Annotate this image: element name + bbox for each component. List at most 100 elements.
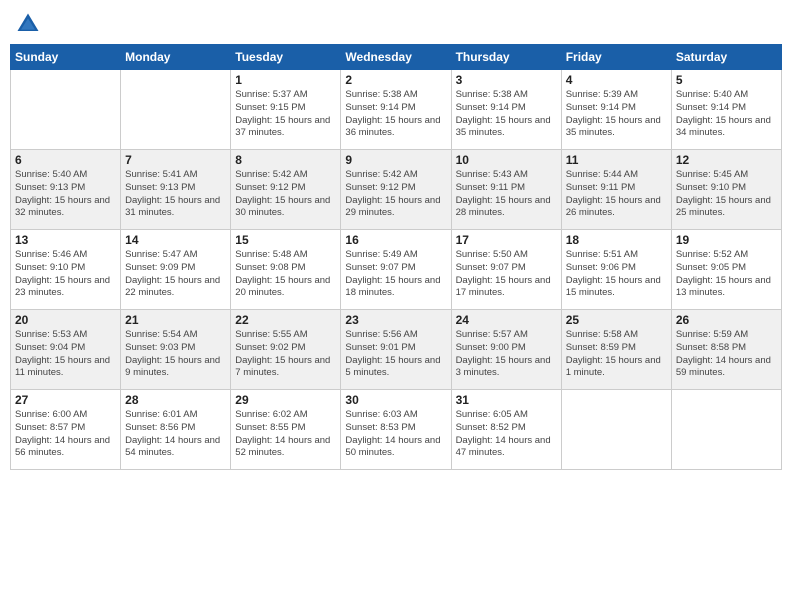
day-info: Sunrise: 5:38 AM Sunset: 9:14 PM Dayligh… xyxy=(345,89,446,140)
calendar-cell: 3 Sunrise: 5:38 AM Sunset: 9:14 PM Daylig… xyxy=(451,70,561,150)
calendar-cell: 28 Sunrise: 6:01 AM Sunset: 8:56 PM Dayli… xyxy=(121,390,231,470)
day-number: 12 xyxy=(676,153,777,167)
weekday-header: Friday xyxy=(561,45,671,70)
calendar-week-row: 20Sunrise: 5:53 AM Sunset: 9:04 PM Dayli… xyxy=(11,310,782,390)
calendar-cell xyxy=(121,70,231,150)
day-number: 8 xyxy=(235,153,336,167)
day-number: 28 xyxy=(125,393,226,407)
day-number: 16 xyxy=(345,233,446,247)
calendar-cell: 8 Sunrise: 5:42 AM Sunset: 9:12 PM Daylig… xyxy=(231,150,341,230)
day-info: Sunrise: 6:01 AM Sunset: 8:56 PM Dayligh… xyxy=(125,409,226,460)
day-number: 14 xyxy=(125,233,226,247)
day-info: Sunrise: 5:48 AM Sunset: 9:08 PM Dayligh… xyxy=(235,249,336,300)
calendar-cell: 17 Sunrise: 5:50 AM Sunset: 9:07 PM Dayli… xyxy=(451,230,561,310)
calendar-cell: 13 Sunrise: 5:46 AM Sunset: 9:10 PM Dayli… xyxy=(11,230,121,310)
calendar-cell: 5 Sunrise: 5:40 AM Sunset: 9:14 PM Daylig… xyxy=(671,70,781,150)
day-info: Sunrise: 6:02 AM Sunset: 8:55 PM Dayligh… xyxy=(235,409,336,460)
day-info: Sunrise: 5:41 AM Sunset: 9:13 PM Dayligh… xyxy=(125,169,226,220)
day-info: Sunrise: 5:52 AM Sunset: 9:05 PM Dayligh… xyxy=(676,249,777,300)
calendar-cell: 20Sunrise: 5:53 AM Sunset: 9:04 PM Dayli… xyxy=(11,310,121,390)
day-info: Sunrise: 5:51 AM Sunset: 9:06 PM Dayligh… xyxy=(566,249,667,300)
calendar-week-row: 6 Sunrise: 5:40 AM Sunset: 9:13 PM Daylig… xyxy=(11,150,782,230)
calendar-cell xyxy=(671,390,781,470)
day-number: 3 xyxy=(456,73,557,87)
day-info: Sunrise: 5:54 AM Sunset: 9:03 PM Dayligh… xyxy=(125,329,226,380)
calendar-week-row: 27Sunrise: 6:00 AM Sunset: 8:57 PM Dayli… xyxy=(11,390,782,470)
day-info: Sunrise: 5:57 AM Sunset: 9:00 PM Dayligh… xyxy=(456,329,557,380)
day-number: 5 xyxy=(676,73,777,87)
calendar-cell: 9Sunrise: 5:42 AM Sunset: 9:12 PM Daylig… xyxy=(341,150,451,230)
logo-icon xyxy=(14,10,42,38)
calendar-cell xyxy=(561,390,671,470)
calendar-cell: 30 Sunrise: 6:03 AM Sunset: 8:53 PM Dayli… xyxy=(341,390,451,470)
day-number: 2 xyxy=(345,73,446,87)
calendar-table: SundayMondayTuesdayWednesdayThursdayFrid… xyxy=(10,44,782,470)
day-number: 21 xyxy=(125,313,226,327)
weekday-header: Wednesday xyxy=(341,45,451,70)
calendar-cell: 11 Sunrise: 5:44 AM Sunset: 9:11 PM Dayli… xyxy=(561,150,671,230)
day-number: 23 xyxy=(345,313,446,327)
day-info: Sunrise: 5:59 AM Sunset: 8:58 PM Dayligh… xyxy=(676,329,777,380)
day-number: 31 xyxy=(456,393,557,407)
weekday-header: Sunday xyxy=(11,45,121,70)
day-number: 29 xyxy=(235,393,336,407)
day-info: Sunrise: 6:03 AM Sunset: 8:53 PM Dayligh… xyxy=(345,409,446,460)
day-number: 19 xyxy=(676,233,777,247)
day-info: Sunrise: 5:53 AM Sunset: 9:04 PM Dayligh… xyxy=(15,329,116,380)
calendar-cell: 4Sunrise: 5:39 AM Sunset: 9:14 PM Daylig… xyxy=(561,70,671,150)
day-number: 26 xyxy=(676,313,777,327)
day-number: 7 xyxy=(125,153,226,167)
day-info: Sunrise: 5:55 AM Sunset: 9:02 PM Dayligh… xyxy=(235,329,336,380)
calendar-cell: 25 Sunrise: 5:58 AM Sunset: 8:59 PM Dayli… xyxy=(561,310,671,390)
day-number: 10 xyxy=(456,153,557,167)
day-info: Sunrise: 5:38 AM Sunset: 9:14 PM Dayligh… xyxy=(456,89,557,140)
day-number: 17 xyxy=(456,233,557,247)
day-info: Sunrise: 5:40 AM Sunset: 9:14 PM Dayligh… xyxy=(676,89,777,140)
weekday-header-row: SundayMondayTuesdayWednesdayThursdayFrid… xyxy=(11,45,782,70)
calendar-cell: 1 Sunrise: 5:37 AM Sunset: 9:15 PM Daylig… xyxy=(231,70,341,150)
weekday-header: Tuesday xyxy=(231,45,341,70)
calendar-cell: 21 Sunrise: 5:54 AM Sunset: 9:03 PM Dayli… xyxy=(121,310,231,390)
day-number: 13 xyxy=(15,233,116,247)
day-number: 30 xyxy=(345,393,446,407)
calendar-cell: 26 Sunrise: 5:59 AM Sunset: 8:58 PM Dayli… xyxy=(671,310,781,390)
calendar-cell: 18 Sunrise: 5:51 AM Sunset: 9:06 PM Dayli… xyxy=(561,230,671,310)
day-info: Sunrise: 5:37 AM Sunset: 9:15 PM Dayligh… xyxy=(235,89,336,140)
day-info: Sunrise: 5:43 AM Sunset: 9:11 PM Dayligh… xyxy=(456,169,557,220)
weekday-header: Thursday xyxy=(451,45,561,70)
page-header xyxy=(10,10,782,38)
calendar-cell: 12 Sunrise: 5:45 AM Sunset: 9:10 PM Dayli… xyxy=(671,150,781,230)
calendar-week-row: 13 Sunrise: 5:46 AM Sunset: 9:10 PM Dayli… xyxy=(11,230,782,310)
day-number: 1 xyxy=(235,73,336,87)
day-number: 18 xyxy=(566,233,667,247)
calendar-week-row: 1 Sunrise: 5:37 AM Sunset: 9:15 PM Daylig… xyxy=(11,70,782,150)
day-info: Sunrise: 5:58 AM Sunset: 8:59 PM Dayligh… xyxy=(566,329,667,380)
day-number: 11 xyxy=(566,153,667,167)
day-info: Sunrise: 6:00 AM Sunset: 8:57 PM Dayligh… xyxy=(15,409,116,460)
calendar-cell: 2 Sunrise: 5:38 AM Sunset: 9:14 PM Daylig… xyxy=(341,70,451,150)
day-info: Sunrise: 5:42 AM Sunset: 9:12 PM Dayligh… xyxy=(235,169,336,220)
day-info: Sunrise: 5:44 AM Sunset: 9:11 PM Dayligh… xyxy=(566,169,667,220)
weekday-header: Saturday xyxy=(671,45,781,70)
day-number: 25 xyxy=(566,313,667,327)
logo xyxy=(14,10,44,38)
calendar-cell: 15Sunrise: 5:48 AM Sunset: 9:08 PM Dayli… xyxy=(231,230,341,310)
calendar-cell: 31 Sunrise: 6:05 AM Sunset: 8:52 PM Dayli… xyxy=(451,390,561,470)
day-info: Sunrise: 5:40 AM Sunset: 9:13 PM Dayligh… xyxy=(15,169,116,220)
day-info: Sunrise: 5:46 AM Sunset: 9:10 PM Dayligh… xyxy=(15,249,116,300)
calendar-cell: 10 Sunrise: 5:43 AM Sunset: 9:11 PM Dayli… xyxy=(451,150,561,230)
day-info: Sunrise: 5:56 AM Sunset: 9:01 PM Dayligh… xyxy=(345,329,446,380)
day-info: Sunrise: 5:49 AM Sunset: 9:07 PM Dayligh… xyxy=(345,249,446,300)
day-info: Sunrise: 5:39 AM Sunset: 9:14 PM Dayligh… xyxy=(566,89,667,140)
day-number: 22 xyxy=(235,313,336,327)
day-number: 6 xyxy=(15,153,116,167)
calendar-cell: 29 Sunrise: 6:02 AM Sunset: 8:55 PM Dayli… xyxy=(231,390,341,470)
day-info: Sunrise: 5:45 AM Sunset: 9:10 PM Dayligh… xyxy=(676,169,777,220)
calendar-cell: 14Sunrise: 5:47 AM Sunset: 9:09 PM Dayli… xyxy=(121,230,231,310)
day-info: Sunrise: 5:42 AM Sunset: 9:12 PM Dayligh… xyxy=(345,169,446,220)
day-info: Sunrise: 6:05 AM Sunset: 8:52 PM Dayligh… xyxy=(456,409,557,460)
calendar-cell: 19 Sunrise: 5:52 AM Sunset: 9:05 PM Dayli… xyxy=(671,230,781,310)
calendar-cell xyxy=(11,70,121,150)
day-info: Sunrise: 5:50 AM Sunset: 9:07 PM Dayligh… xyxy=(456,249,557,300)
weekday-header: Monday xyxy=(121,45,231,70)
